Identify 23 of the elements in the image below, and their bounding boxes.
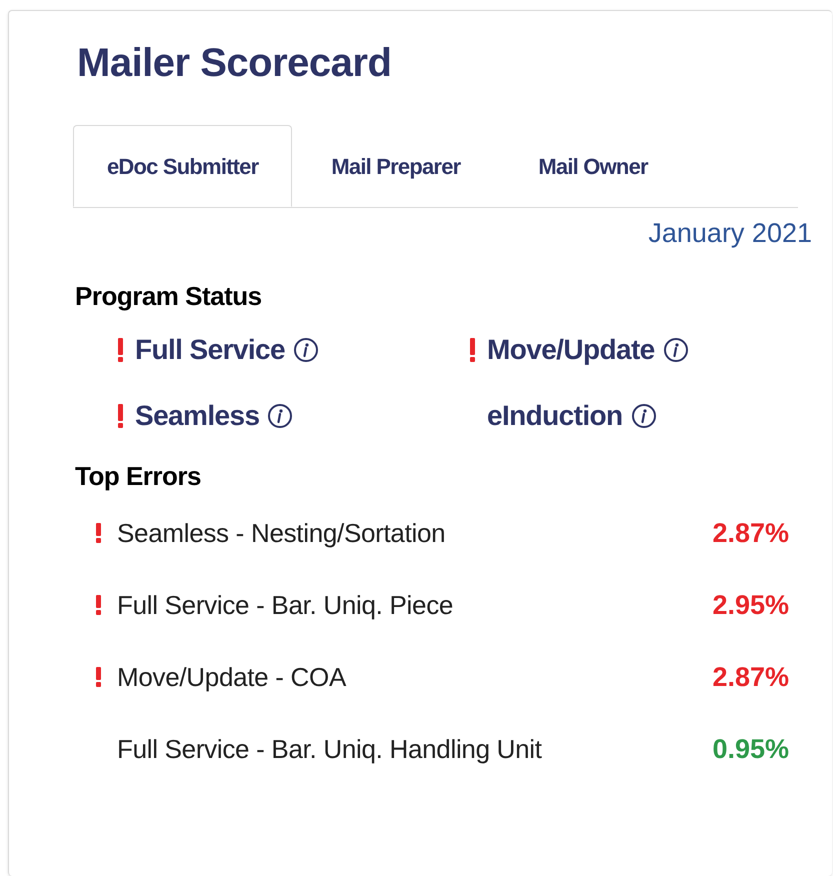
error-label: Full Service - Bar. Uniq. Handling Unit (117, 732, 542, 766)
error-rate: 2.87% (712, 660, 789, 694)
info-icon[interactable] (293, 337, 319, 363)
tab[interactable]: eDoc Submitter (73, 125, 292, 207)
program-link[interactable]: eInduction (487, 395, 623, 437)
card-title: Mailer Scorecard (77, 40, 392, 87)
tab[interactable]: Mail Owner (499, 125, 687, 207)
error-label: Move/Update - COA (117, 660, 346, 694)
tab[interactable]: Mail Preparer (292, 125, 500, 207)
error-label: Full Service - Bar. Uniq. Piece (117, 588, 454, 622)
section-heading: Top Errors (75, 460, 201, 492)
period-label: January 2021 (648, 217, 812, 250)
section-heading: Program Status (75, 280, 262, 312)
error-label: Seamless - Nesting/Sortation (117, 516, 446, 550)
info-icon[interactable] (662, 337, 689, 363)
error-rate: 2.87% (712, 516, 789, 550)
error-rate: 2.95% (712, 588, 789, 622)
program-link[interactable]: Full Service (135, 329, 285, 371)
program-link[interactable]: Seamless (135, 395, 260, 437)
info-icon[interactable] (630, 403, 657, 429)
error-rate: 0.95% (712, 732, 789, 766)
program-link[interactable]: Move/Update (487, 329, 655, 371)
info-icon[interactable] (267, 403, 294, 429)
